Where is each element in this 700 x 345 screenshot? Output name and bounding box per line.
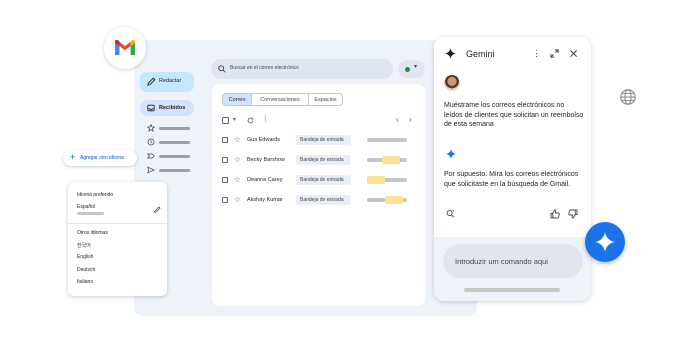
sidebar-item-placeholder	[159, 140, 190, 144]
sidebar-item-placeholder	[159, 154, 190, 158]
gemini-reply: Por supuesto. Mira los correos electróni…	[444, 171, 579, 188]
highlight-bar	[367, 176, 385, 184]
email-sender: Akshay Kumar	[247, 196, 283, 203]
compose-label: Redactar	[159, 78, 182, 84]
edit-icon[interactable]	[154, 206, 161, 213]
row-checkbox[interactable]	[222, 137, 228, 143]
tab-mail[interactable]: Correo	[222, 93, 252, 106]
gemini-button[interactable]	[585, 222, 625, 262]
plus-icon: +	[70, 152, 76, 162]
gemini-panel: Gemini ⋮ Muéstrame los correos electróni…	[434, 37, 591, 301]
search-spark-icon[interactable]	[446, 209, 455, 218]
email-row[interactable]: ☆ Akshay Kumar Bandeja de entrada	[222, 195, 417, 207]
search-placeholder: Buscar en el correo electrónico	[230, 65, 299, 71]
compose-button[interactable]: Redactar	[140, 72, 194, 92]
language-card: Idioma preferido Español Otros idiomas 한…	[68, 182, 167, 296]
star-icon[interactable]: ☆	[234, 195, 241, 205]
thumbs-up-icon[interactable]	[550, 209, 560, 219]
tab-spaces[interactable]: Espacios	[308, 93, 343, 106]
tab-conversations[interactable]: Conversaciones	[252, 93, 308, 106]
gemini-title: Gemini	[466, 49, 495, 59]
email-label: Bandeja de entrada	[296, 135, 351, 145]
sidebar-item-starred[interactable]	[147, 123, 197, 133]
star-icon[interactable]: ☆	[234, 135, 241, 145]
highlight-bar	[382, 156, 400, 164]
language-option[interactable]: Deutsch	[77, 267, 95, 273]
add-language-button[interactable]: + Agregar otro idioma	[63, 150, 137, 166]
user-avatar	[444, 75, 460, 91]
sidebar-item-snoozed[interactable]	[147, 137, 197, 147]
sidebar-item-important[interactable]	[147, 151, 197, 161]
pencil-icon	[147, 77, 156, 86]
star-icon[interactable]: ☆	[234, 155, 241, 165]
chevron-left-icon[interactable]: ‹	[396, 115, 399, 124]
user-message: Muéstrame los correos electrónicos no le…	[444, 102, 584, 128]
search-icon	[218, 65, 226, 73]
email-sender: Deanna Carey	[247, 176, 283, 183]
language-option[interactable]: Italiano	[77, 279, 93, 285]
gmail-logo	[104, 27, 146, 69]
star-icon[interactable]: ☆	[234, 175, 241, 185]
email-row[interactable]: ☆ Deanna Carey Bandeja de entrada	[222, 175, 417, 187]
select-all-checkbox[interactable]	[222, 117, 229, 124]
email-label: Bandeja de entrada	[296, 175, 351, 185]
status-dot	[405, 67, 410, 72]
email-sender: Becky Barshow	[247, 156, 285, 163]
sidebar-item-placeholder	[159, 168, 190, 172]
search-bar[interactable]: Buscar en el correo electrónico	[211, 59, 393, 79]
sidebar-item-placeholder	[159, 126, 190, 130]
gemini-spark-icon	[446, 149, 456, 159]
email-label: Bandeja de entrada	[296, 195, 351, 205]
row-checkbox[interactable]	[222, 177, 228, 183]
mail-list-panel: Correo Conversaciones Espacios ▾ ⋮ ‹ › ☆…	[212, 84, 425, 306]
sidebar-item-sent[interactable]	[147, 165, 197, 175]
language-option[interactable]: English	[77, 254, 93, 260]
highlight-bar	[385, 196, 403, 204]
status-indicator[interactable]: ▾	[398, 60, 425, 78]
sidebar-item-inbox[interactable]: Recibidos	[140, 100, 194, 116]
chevron-right-icon[interactable]: ›	[409, 115, 412, 124]
expand-icon[interactable]	[550, 49, 559, 58]
email-label: Bandeja de entrada	[296, 155, 351, 165]
row-checkbox[interactable]	[222, 157, 228, 163]
other-languages-title: Otros idiomas	[77, 230, 108, 236]
language-option[interactable]: 한국어	[77, 242, 91, 249]
close-icon[interactable]	[569, 49, 578, 58]
star-icon	[147, 124, 155, 132]
clock-icon	[147, 138, 155, 146]
preferred-language-placeholder	[77, 212, 104, 215]
inbox-icon	[147, 104, 155, 112]
more-vert-icon[interactable]: ⋮	[262, 116, 269, 124]
globe-icon	[619, 88, 637, 106]
more-vert-icon[interactable]: ⋮	[532, 48, 541, 58]
inbox-label: Recibidos	[159, 104, 186, 111]
row-checkbox[interactable]	[222, 197, 228, 203]
important-icon	[147, 152, 155, 160]
preferred-language-value: Español	[77, 204, 96, 210]
email-sender: Gus Edwards	[247, 136, 281, 143]
chevron-down-icon[interactable]: ▾	[233, 116, 236, 123]
preview-bar	[367, 138, 407, 142]
add-language-label: Agregar otro idioma	[80, 155, 124, 161]
prompt-input[interactable]	[443, 244, 583, 278]
chevron-down-icon: ▾	[414, 64, 418, 70]
email-row[interactable]: ☆ Gus Edwards Bandeja de entrada	[222, 135, 417, 147]
preferred-language-title: Idioma preferido	[77, 192, 114, 198]
refresh-icon[interactable]	[247, 117, 254, 124]
send-icon	[147, 166, 155, 174]
gemini-spark-icon	[445, 48, 456, 59]
divider	[68, 223, 167, 224]
scroll-indicator	[464, 288, 560, 292]
thumbs-down-icon[interactable]	[568, 209, 578, 219]
email-row[interactable]: ☆ Becky Barshow Bandeja de entrada	[222, 155, 417, 167]
